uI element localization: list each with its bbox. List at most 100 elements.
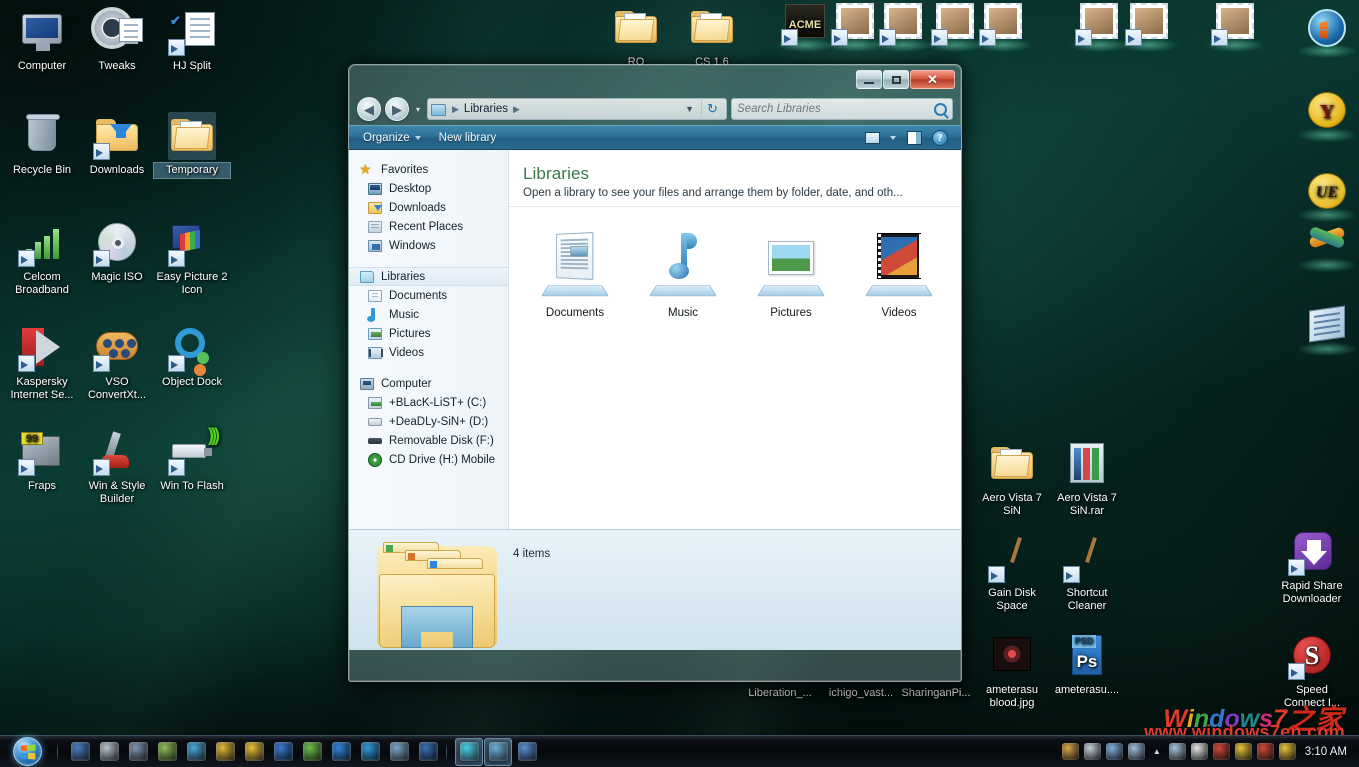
library-item-pictures[interactable]: Pictures xyxy=(755,229,827,319)
explorer-window-icon[interactable] xyxy=(484,738,512,766)
desktop-icon-kaspersky-internet-se[interactable]: Kaspersky Internet Se... xyxy=(4,324,80,402)
change-view-button[interactable] xyxy=(861,129,883,147)
network-tray-icon[interactable] xyxy=(1062,743,1079,760)
desktop-icon-liberation[interactable]: Liberation_... xyxy=(742,686,818,701)
content-pane[interactable]: Libraries Open a library to see your fil… xyxy=(509,150,961,529)
lock-icon[interactable] xyxy=(240,738,268,766)
desktop-icon-xl-tool[interactable] xyxy=(1300,218,1354,269)
desktop-icon-hj-split[interactable]: ✔HJ Split xyxy=(154,8,230,74)
navpane-item-desktop[interactable]: Desktop xyxy=(349,179,508,198)
navpane-item-deadly-sin-d[interactable]: +DeaDLy-SiN+ (D:) xyxy=(349,412,508,431)
navigation-pane[interactable]: ★FavoritesDesktopDownloadsRecent PlacesW… xyxy=(349,150,509,529)
organize-button[interactable]: Organize xyxy=(355,129,429,147)
desktop-icon-aero-vista-7-sin-rar[interactable]: Aero Vista 7 SiN.rar xyxy=(1049,440,1125,518)
desktop-icon-photo-stamp-3[interactable] xyxy=(928,0,982,49)
desktop-icon-ameterasu[interactable]: PSDPsameterasu.... xyxy=(1049,632,1125,698)
desktop-icon-photo-stamp-1[interactable] xyxy=(828,0,882,49)
navpane-item-recent-places[interactable]: Recent Places xyxy=(349,217,508,236)
desktop-icon-tweaks[interactable]: Tweaks xyxy=(79,8,155,74)
library-item-music[interactable]: Music xyxy=(647,229,719,319)
desktop-icon-recycle-bin[interactable]: Recycle Bin xyxy=(4,112,80,178)
key-icon[interactable] xyxy=(211,738,239,766)
breadcrumb-chevron-end-icon[interactable]: ▶ xyxy=(511,104,522,115)
antivirus-tray-icon[interactable] xyxy=(1213,743,1230,760)
navpane-group-favorites[interactable]: ★Favorites xyxy=(349,160,508,179)
desktop-icon-win-style-builder[interactable]: Win & Style Builder xyxy=(79,428,155,506)
explorer-window[interactable]: ✕ ◀ ▶ ▾ ▶ Libraries ▶ ▼ ↻ Organize New l… xyxy=(348,64,962,682)
display-tray-icon[interactable] xyxy=(1106,743,1123,760)
chart-icon[interactable] xyxy=(298,738,326,766)
preview-pane-button[interactable] xyxy=(903,129,925,147)
help-button[interactable]: ? xyxy=(929,129,951,147)
forward-button[interactable]: ▶ xyxy=(385,97,409,121)
app-blue-icon[interactable] xyxy=(269,738,297,766)
desktop-icon-temporary[interactable]: Temporary xyxy=(154,112,230,178)
desktop-icon-downloads[interactable]: Downloads xyxy=(79,112,155,178)
desktop-icon-windows-orb[interactable] xyxy=(1300,4,1354,55)
desktop-icon-speed-connect-i[interactable]: SSpeed Connect I... xyxy=(1274,632,1350,710)
desktop-icon-photo-stamp-6[interactable] xyxy=(1122,0,1176,49)
desktop-icon-celcom-broadband[interactable]: Celcom Broadband xyxy=(4,219,80,297)
change-view-dropdown-icon[interactable] xyxy=(887,129,899,147)
desktop-icon-gain-disk-space[interactable]: Gain Disk Space xyxy=(974,535,1050,613)
search-input[interactable] xyxy=(737,103,934,115)
recycle-tray-icon[interactable] xyxy=(1128,743,1145,760)
media-icon[interactable] xyxy=(95,738,123,766)
desktop-icon-aero-vista-7-sin[interactable]: Aero Vista 7 SiN xyxy=(974,440,1050,518)
address-bar[interactable]: ▶ Libraries ▶ ▼ ↻ xyxy=(427,98,727,120)
desktop-icon-ichigo-vast[interactable]: ichigo_vast... xyxy=(823,686,899,701)
desktop-icon-rapid-share-downloader[interactable]: Rapid Share Downloader xyxy=(1274,528,1350,606)
player-icon[interactable] xyxy=(327,738,355,766)
volume-tray-icon[interactable] xyxy=(1169,743,1186,760)
window-titlebar[interactable]: ✕ xyxy=(349,65,961,93)
network-icon[interactable] xyxy=(153,738,181,766)
navpane-item-windows[interactable]: Windows xyxy=(349,236,508,255)
printer-tray-icon[interactable] xyxy=(1084,743,1101,760)
flag-tray-icon[interactable] xyxy=(1257,743,1274,760)
minimize-button[interactable] xyxy=(856,70,882,89)
desktop-icon-ultraedit[interactable]: UE xyxy=(1300,168,1354,219)
desktop-icon-sharinganpi[interactable]: SharinganPi... xyxy=(898,686,974,701)
navpane-item-videos[interactable]: Videos xyxy=(349,343,508,362)
navpane-group-computer[interactable]: Computer xyxy=(349,374,508,393)
running-app-icon[interactable] xyxy=(455,738,483,766)
desktop-icon-vso-convertxt[interactable]: VSO ConvertXt... xyxy=(79,324,155,402)
desktop-icon-computer[interactable]: Computer xyxy=(4,8,80,74)
show-desktop-icon[interactable] xyxy=(66,738,94,766)
navpane-item-music[interactable]: Music xyxy=(349,305,508,324)
navpane-item-downloads[interactable]: Downloads xyxy=(349,198,508,217)
taskbar-clock[interactable]: 3:10 AM xyxy=(1301,746,1353,758)
library-item-videos[interactable]: Videos xyxy=(863,229,935,319)
folder-tray-icon[interactable] xyxy=(1279,743,1296,760)
monitor-icon[interactable] xyxy=(124,738,152,766)
recent-pages-dropdown-icon[interactable]: ▾ xyxy=(413,97,423,121)
desktop-icon-easy-picture-2-icon[interactable]: Easy Picture 2 Icon xyxy=(154,219,230,297)
desktop-icon-ameterasu-blood-jpg[interactable]: ameterasu blood.jpg xyxy=(974,632,1050,710)
breadcrumb-libraries[interactable]: Libraries xyxy=(464,103,508,115)
desktop-icon-shortcut-cleaner[interactable]: Shortcut Cleaner xyxy=(1049,535,1125,613)
show-hidden-icons-arrow[interactable]: ▲ xyxy=(1150,747,1164,756)
desktop-icon-photo-stamp-4[interactable] xyxy=(976,0,1030,49)
new-library-button[interactable]: New library xyxy=(431,129,505,147)
desktop-icon-acme-thumb[interactable]: ACME xyxy=(778,0,832,49)
desktop-icon-yahoo-messenger[interactable]: Y xyxy=(1300,88,1354,139)
navpane-item-black-list-c[interactable]: +BLacK-LiST+ (C:) xyxy=(349,393,508,412)
notepad-window-icon[interactable] xyxy=(513,738,541,766)
navpane-item-documents[interactable]: Documents xyxy=(349,286,508,305)
desktop-icon-photo-stamp-7[interactable] xyxy=(1208,0,1262,49)
desktop-icon-win-to-flash[interactable]: )))Win To Flash xyxy=(154,428,230,494)
navpane-item-cd-drive-h-mobile[interactable]: CD Drive (H:) Mobile xyxy=(349,450,508,469)
desktop-icon-notepad-tool[interactable] xyxy=(1300,302,1354,353)
navpane-item-removable-disk-f[interactable]: Removable Disk (F:) xyxy=(349,431,508,450)
search-box[interactable] xyxy=(731,98,953,120)
close-button[interactable]: ✕ xyxy=(910,70,955,89)
desktop-icon-fraps[interactable]: 99Fraps xyxy=(4,428,80,494)
browser-icon[interactable] xyxy=(414,738,442,766)
desktop-icon-photo-stamp-5[interactable] xyxy=(1072,0,1126,49)
navpane-item-pictures[interactable]: Pictures xyxy=(349,324,508,343)
desktop-icon-cs-1-6[interactable]: CS 1.6 xyxy=(674,4,750,70)
maximize-button[interactable] xyxy=(883,70,909,89)
desktop-icon-object-dock[interactable]: Object Dock xyxy=(154,324,230,390)
taskbar[interactable]: ▲ 3:10 AM xyxy=(0,735,1359,767)
action-center-icon[interactable] xyxy=(1191,743,1208,760)
